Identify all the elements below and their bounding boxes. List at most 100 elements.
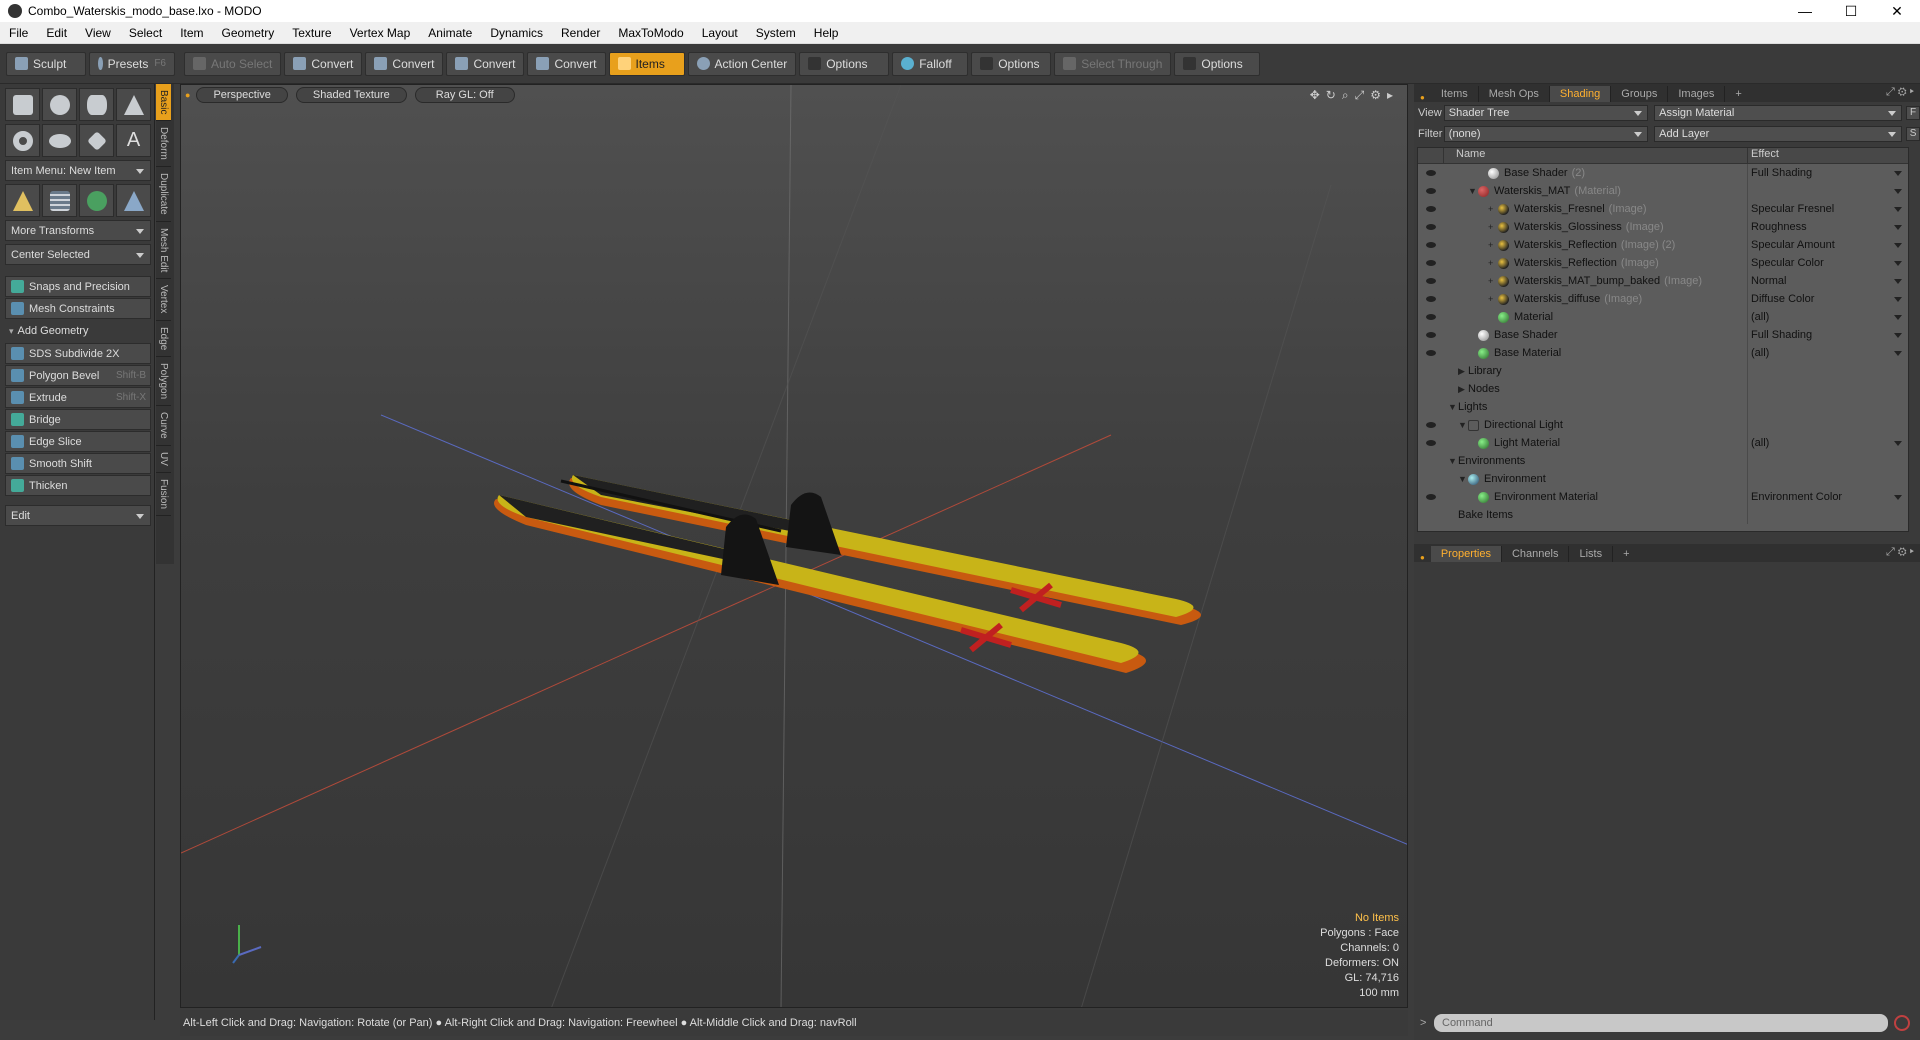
visibility-toggle[interactable] — [1418, 218, 1444, 236]
filter-dropdown[interactable]: (none) — [1443, 125, 1649, 142]
convert-material-button[interactable]: Convert — [527, 51, 606, 76]
visibility-toggle[interactable] — [1418, 506, 1444, 524]
shader-tree-row[interactable]: + Waterskis_Reflection (Image) (2) Specular… — [1418, 236, 1908, 254]
row-effect[interactable]: Diffuse Color — [1748, 290, 1908, 308]
expand-toggle-icon[interactable]: + — [1488, 258, 1498, 268]
edit-dropdown[interactable]: Edit — [5, 505, 151, 526]
sculpt-button[interactable]: Sculpt — [6, 51, 86, 76]
props-menu-icon[interactable]: ● — [1420, 553, 1425, 562]
add-props-tab-button[interactable]: + — [1613, 546, 1639, 562]
shader-tree-row[interactable]: + Waterskis_diffuse (Image) Diffuse Color — [1418, 290, 1908, 308]
tab-images[interactable]: Images — [1668, 86, 1726, 102]
row-effect[interactable]: Specular Color — [1748, 254, 1908, 272]
tab-shading[interactable]: Shading — [1549, 86, 1612, 102]
visibility-toggle[interactable] — [1418, 236, 1444, 254]
f-button[interactable]: F — [1906, 105, 1920, 120]
menu-edit[interactable]: Edit — [37, 26, 76, 40]
view-dropdown[interactable]: Shader Tree — [1443, 104, 1649, 121]
visibility-toggle[interactable] — [1418, 308, 1444, 326]
menu-animate[interactable]: Animate — [419, 26, 481, 40]
waterskis-model[interactable] — [494, 475, 1201, 673]
menu-help[interactable]: Help — [805, 26, 848, 40]
zoom-icon[interactable]: ⌕ — [1342, 88, 1349, 103]
center-selected-dropdown[interactable]: Center Selected — [5, 244, 151, 265]
falloff-options-button[interactable]: Options — [971, 51, 1052, 76]
gear-icon[interactable]: ⚙ — [1370, 88, 1381, 103]
shader-tree-row[interactable]: + Waterskis_MAT_bump_baked (Image) Normal — [1418, 272, 1908, 290]
text-tool-button[interactable]: A — [116, 124, 151, 157]
menu-texture[interactable]: Texture — [283, 26, 340, 40]
shading-mode-button[interactable]: Shaded Texture — [295, 87, 407, 103]
add-layer-dropdown[interactable]: Add Layer — [1654, 125, 1903, 142]
row-effect[interactable]: Full Shading — [1748, 326, 1908, 344]
visibility-toggle[interactable] — [1418, 326, 1444, 344]
shader-tree-row[interactable]: ▼ Directional Light — [1418, 416, 1908, 434]
expand-toggle-icon[interactable]: ▼ — [1448, 402, 1458, 412]
items-mode-button[interactable]: Items — [608, 51, 685, 76]
row-effect[interactable]: Roughness — [1748, 218, 1908, 236]
viewport-scene[interactable] — [181, 85, 1408, 1008]
play-icon[interactable]: ▸ — [1387, 88, 1393, 103]
transform-tool-button[interactable] — [5, 184, 40, 217]
shader-tree-row[interactable]: ▼ Waterskis_MAT (Material) — [1418, 182, 1908, 200]
raygl-button[interactable]: Ray GL: Off — [414, 87, 515, 103]
fit-icon[interactable]: ⤢ — [1355, 88, 1365, 103]
maximize-button[interactable]: ☐ — [1828, 0, 1874, 22]
expand-toggle-icon[interactable]: ▼ — [1458, 420, 1468, 430]
rotate-icon[interactable]: ↻ — [1326, 88, 1336, 103]
expand-toggle-icon[interactable]: + — [1488, 222, 1498, 232]
presets-button[interactable]: Presets F6 — [89, 51, 175, 76]
vtab-fusion[interactable]: Fusion — [156, 473, 171, 516]
item-menu-dropdown[interactable]: Item Menu: New Item — [5, 160, 151, 181]
tab-mesh-ops[interactable]: Mesh Ops — [1479, 86, 1550, 102]
viewport-menu-icon[interactable]: ● — [185, 90, 190, 100]
visibility-toggle[interactable] — [1418, 290, 1444, 308]
convert-polygon-button[interactable]: Convert — [446, 51, 525, 76]
close-button[interactable]: ✕ — [1874, 0, 1920, 22]
extrude-button[interactable]: Extrude Shift-X — [5, 387, 151, 408]
props-options-icons[interactable]: ⤢ ⚙ ▸ — [1886, 546, 1914, 559]
action-center-button[interactable]: Action Center — [687, 51, 797, 76]
menu-system[interactable]: System — [747, 26, 805, 40]
convert-edge-button[interactable]: Convert — [365, 51, 444, 76]
visibility-toggle[interactable] — [1418, 416, 1444, 434]
shader-tree-row[interactable]: Base Shader Full Shading — [1418, 326, 1908, 344]
thicken-button[interactable]: Thicken — [5, 475, 151, 496]
view-type-button[interactable]: Perspective — [196, 87, 288, 103]
select-through-button[interactable]: Select Through — [1054, 51, 1172, 76]
add-geometry-header[interactable]: Add Geometry — [5, 322, 151, 340]
effect-column-header[interactable]: Effect — [1748, 148, 1779, 163]
menu-dynamics[interactable]: Dynamics — [481, 26, 552, 40]
visibility-toggle[interactable] — [1418, 488, 1444, 506]
sds-subdivide-button[interactable]: SDS Subdivide 2X — [5, 343, 151, 364]
row-effect[interactable]: Normal — [1748, 272, 1908, 290]
vtab-vertex[interactable]: Vertex — [156, 279, 171, 321]
menu-select[interactable]: Select — [120, 26, 171, 40]
visibility-toggle[interactable] — [1418, 398, 1444, 416]
expand-toggle-icon[interactable]: ▶ — [1458, 384, 1468, 395]
menu-layout[interactable]: Layout — [693, 26, 747, 40]
shader-tree-row[interactable]: Bake Items — [1418, 506, 1908, 524]
pan-icon[interactable]: ✥ — [1310, 88, 1320, 103]
select-through-options-button[interactable]: Options — [1174, 51, 1261, 76]
menu-view[interactable]: View — [76, 26, 120, 40]
cylinder-primitive-button[interactable] — [79, 88, 114, 121]
shader-tree-row[interactable]: ▶ Library — [1418, 362, 1908, 380]
visibility-toggle[interactable] — [1418, 434, 1444, 452]
expand-toggle-icon[interactable]: + — [1488, 276, 1498, 286]
expand-toggle-icon[interactable]: ▼ — [1458, 474, 1468, 484]
polygon-bevel-button[interactable]: Polygon Bevel Shift-B — [5, 365, 151, 386]
visibility-toggle[interactable] — [1418, 200, 1444, 218]
visibility-toggle[interactable] — [1418, 470, 1444, 488]
visibility-toggle[interactable] — [1418, 164, 1444, 182]
row-effect[interactable]: Full Shading — [1748, 164, 1908, 182]
vtab-curve[interactable]: Curve — [156, 406, 171, 446]
row-effect[interactable]: (all) — [1748, 344, 1908, 362]
sphere-primitive-button[interactable] — [42, 88, 77, 121]
more-transforms-dropdown[interactable]: More Transforms — [5, 220, 151, 241]
convert-vertex-button[interactable]: Convert — [284, 51, 363, 76]
mesh-constraints-button[interactable]: Mesh Constraints — [5, 298, 151, 319]
expand-toggle-icon[interactable]: + — [1488, 204, 1498, 214]
smooth-shift-button[interactable]: Smooth Shift — [5, 453, 151, 474]
row-effect[interactable]: (all) — [1748, 308, 1908, 326]
